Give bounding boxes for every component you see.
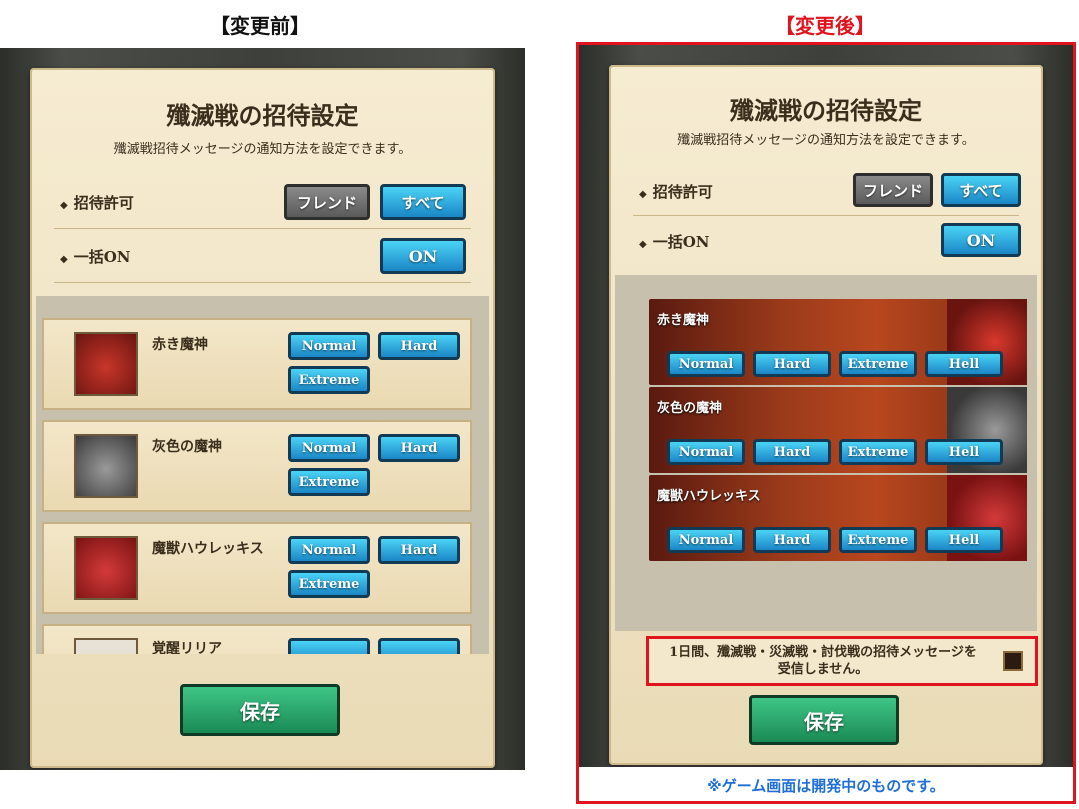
boss-card: 覚醒リリア (42, 624, 472, 654)
hell-button[interactable]: Hell (925, 351, 1003, 377)
bulk-on-row: ◆ 一括ON (60, 246, 130, 267)
bulk-on-label: 一括ON (73, 248, 131, 266)
development-note: ※ゲーム画面は開発中のものです。 (707, 777, 945, 795)
mute-invites-option[interactable]: 1日間、殲滅戦・災滅戦・討伐戦の招待メッセージを受信しません。 (646, 636, 1038, 686)
save-button[interactable]: 保存 (749, 695, 899, 745)
hard-button[interactable]: Hard (753, 439, 831, 465)
dialog-title: 殲滅戦の招待設定 (166, 101, 359, 130)
normal-button[interactable]: Normal (667, 527, 745, 553)
mute-invites-checkbox[interactable] (1003, 651, 1023, 671)
caption-after: 【変更後】 (775, 14, 875, 38)
hard-button[interactable]: Hard (378, 332, 460, 360)
boss-name: 魔獣ハウレッキス (152, 541, 264, 557)
hard-button[interactable]: Hard (378, 536, 460, 564)
normal-button[interactable] (288, 638, 370, 654)
bulk-on-row: ◆ 一括ON (639, 231, 709, 252)
divider (54, 282, 471, 283)
normal-button[interactable]: Normal (667, 439, 745, 465)
mute-invites-text: 1日間、殲滅戦・災滅戦・討伐戦の招待メッセージを受信しません。 (669, 645, 977, 677)
boss-banner: 魔獣ハウレッキス Normal Hard Extreme Hell (649, 475, 1027, 561)
extreme-button[interactable]: Extreme (839, 439, 917, 465)
red-demon-portrait (74, 332, 138, 396)
boss-name: 魔獣ハウレッキス (657, 489, 761, 504)
hard-button[interactable]: Hard (378, 434, 460, 462)
all-button[interactable]: すべて (941, 173, 1021, 207)
boss-banner: 灰色の魔神 Normal Hard Extreme Hell (649, 387, 1027, 473)
friend-button[interactable]: フレンド (284, 184, 370, 220)
boss-banner: 赤き魔神 Normal Hard Extreme Hell (649, 299, 1027, 385)
caption-before: 【変更前】 (210, 14, 310, 38)
bulk-on-button[interactable]: ON (941, 223, 1021, 257)
divider (54, 228, 471, 229)
invite-permission-row: ◆ 招待許可 (60, 192, 134, 213)
boss-card: 赤き魔神 Normal Hard Extreme (42, 318, 472, 410)
invite-permission-row: ◆ 招待許可 (639, 181, 713, 202)
extreme-button[interactable]: Extreme (839, 351, 917, 377)
hell-button[interactable]: Hell (925, 439, 1003, 465)
hard-button[interactable] (378, 638, 460, 654)
boss-card: 灰色の魔神 Normal Hard Extreme (42, 420, 472, 512)
diamond-icon: ◆ (639, 189, 647, 200)
normal-button[interactable]: Normal (288, 332, 370, 360)
boss-name: 灰色の魔神 (657, 401, 723, 416)
extreme-button[interactable]: Extreme (839, 527, 917, 553)
all-button[interactable]: すべて (380, 184, 466, 220)
boss-name: 赤き魔神 (152, 337, 208, 353)
invite-permission-label: 招待許可 (652, 183, 713, 201)
diamond-icon: ◆ (60, 254, 68, 265)
boss-card: 魔獣ハウレッキス Normal Hard Extreme (42, 522, 472, 614)
boss-list[interactable]: 赤き魔神 Normal Hard Extreme Hell 灰色の魔神 Norm… (615, 275, 1037, 631)
divider (633, 215, 1019, 216)
dialog-title: 殲滅戦の招待設定 (730, 96, 922, 125)
awakened-lilia-portrait (74, 638, 138, 654)
hard-button[interactable]: Hard (753, 527, 831, 553)
save-button[interactable]: 保存 (180, 684, 340, 736)
friend-button[interactable]: フレンド (853, 173, 933, 207)
bulk-on-label: 一括ON (652, 233, 710, 251)
diamond-icon: ◆ (60, 200, 68, 211)
gray-demon-portrait (74, 434, 138, 498)
invite-permission-label: 招待許可 (73, 194, 134, 212)
extreme-button[interactable]: Extreme (288, 468, 370, 496)
boss-list[interactable]: 赤き魔神 Normal Hard Extreme 灰色の魔神 Normal Ha… (36, 296, 489, 654)
beast-portrait (74, 536, 138, 600)
diamond-icon: ◆ (639, 239, 647, 250)
screen-before: 殲滅戦の招待設定 殲滅戦招待メッセージの通知方法を設定できます。 ◆ 招待許可 フ… (0, 48, 525, 770)
extreme-button[interactable]: Extreme (288, 366, 370, 394)
hell-button[interactable]: Hell (925, 527, 1003, 553)
invite-settings-dialog: 殲滅戦の招待設定 殲滅戦招待メッセージの通知方法を設定できます。 ◆ 招待許可 フ… (30, 68, 495, 768)
normal-button[interactable]: Normal (667, 351, 745, 377)
dialog-subtitle: 殲滅戦招待メッセージの通知方法を設定できます。 (677, 133, 975, 148)
extreme-button[interactable]: Extreme (288, 570, 370, 598)
normal-button[interactable]: Normal (288, 536, 370, 564)
bulk-on-button[interactable]: ON (380, 238, 466, 274)
boss-name: 覚醒リリア (152, 641, 222, 654)
dialog-subtitle: 殲滅戦招待メッセージの通知方法を設定できます。 (113, 142, 412, 157)
hard-button[interactable]: Hard (753, 351, 831, 377)
normal-button[interactable]: Normal (288, 434, 370, 462)
boss-name: 赤き魔神 (657, 313, 710, 328)
boss-name: 灰色の魔神 (152, 439, 222, 455)
